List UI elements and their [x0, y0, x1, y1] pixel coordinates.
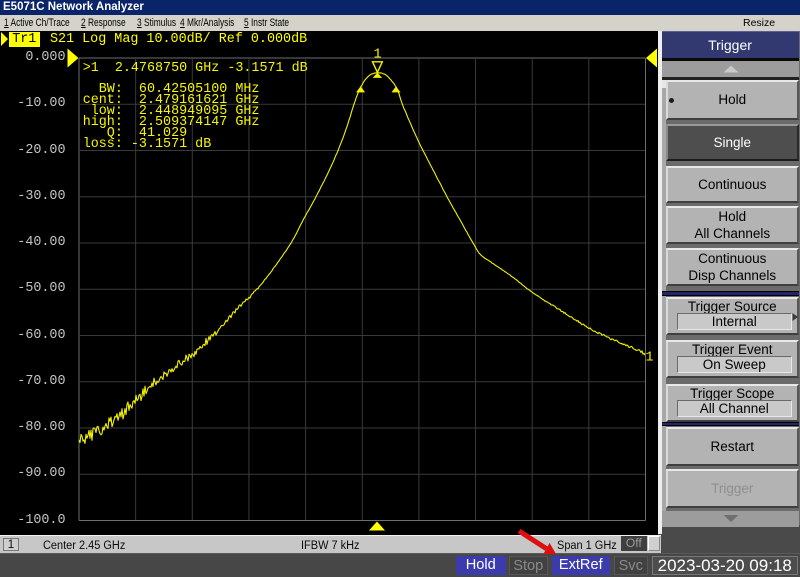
svg-text:1: 1	[646, 351, 654, 366]
svg-text:1: 1	[374, 48, 382, 63]
